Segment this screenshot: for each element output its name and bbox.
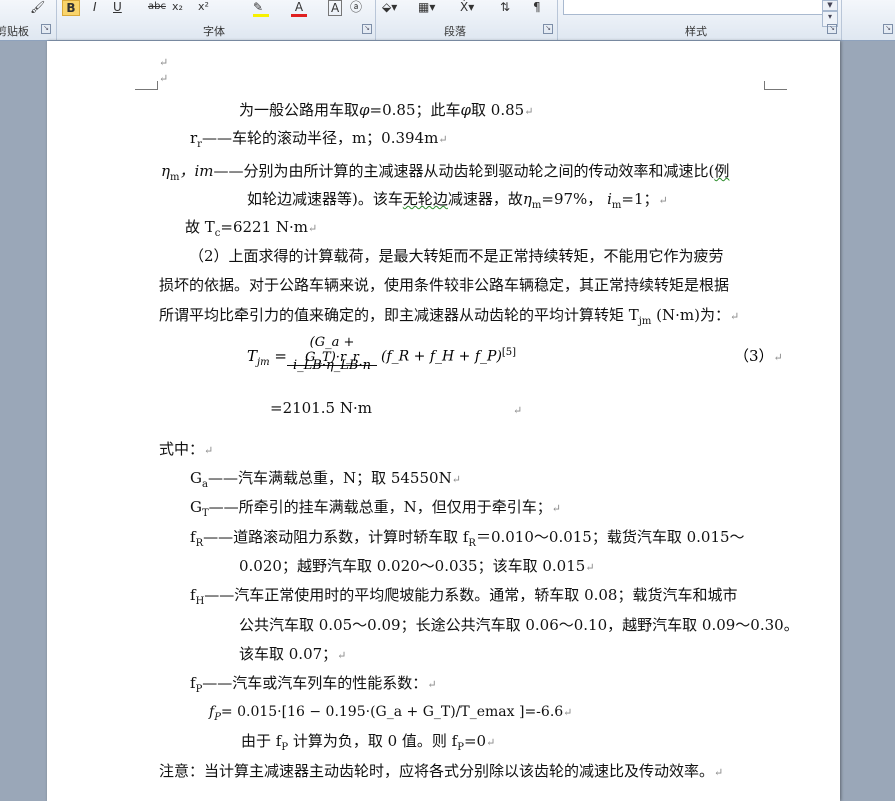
superscript-icon[interactable]: x² [198, 0, 209, 14]
text-line: 损坏的依据。对于公路车辆来说，使用条件较非公路车辆稳定，其正常持续转矩是根据 [159, 276, 730, 294]
table-grid-icon[interactable]: ▦▾ [418, 0, 435, 14]
text-line: 公共汽车取 0.05～0.09；长途公共汽车取 0.06～0.10，越野汽车取 … [239, 616, 799, 634]
group-paragraph-label: 段落 [444, 25, 466, 38]
character-border-icon[interactable]: A [328, 0, 343, 16]
styles-scroll-down[interactable]: ▼ [822, 0, 838, 11]
strikethrough-icon[interactable]: abc [148, 0, 166, 14]
paste-icon[interactable]: 🖌 [30, 0, 45, 14]
bold-icon[interactable]: B [62, 0, 80, 16]
paragraph-launcher-icon[interactable]: ↘ [543, 24, 553, 34]
text-line: fH——汽车正常使用时的平均爬坡能力系数。通常，轿车取 0.08；载货汽车和城市 [190, 586, 738, 607]
highlight-icon[interactable]: ✎ [253, 0, 269, 17]
group-font-label: 字体 [203, 25, 225, 38]
text-line: 所谓平均比牵引力的值来确定的，即主减速器从动齿轮的平均计算转矩 Tjm (N·m… [159, 306, 740, 327]
text-line: 由于 fP 计算为负，取 0 值。则 fP=0↵ [241, 732, 496, 753]
borders-icon[interactable]: ⬙▾ [382, 0, 397, 14]
text-line: =2101.5 N·m [270, 399, 372, 417]
group-styles-label: 样式 [685, 25, 707, 38]
styles-gallery[interactable] [563, 0, 823, 15]
show-marks-icon[interactable]: ¶ [533, 0, 541, 14]
font-color-icon[interactable]: A [291, 0, 307, 17]
underline-icon[interactable]: U [113, 0, 122, 14]
text-line: 式中：↵ [159, 440, 214, 458]
formula-icon[interactable]: Ẋ▾ [460, 0, 474, 14]
font-launcher-icon[interactable]: ↘ [362, 24, 372, 34]
text-line: 如轮边减速器等)。该车无轮边减速器，故ηm=97%， im=1；↵ [247, 190, 668, 211]
styles-launcher-icon[interactable]: ↘ [827, 24, 837, 34]
text-line: GT——所牵引的挂车满载总重，N，但仅用于牵引车；↵ [190, 498, 562, 519]
paragraph-mark: ↵ [159, 72, 169, 85]
document-page[interactable]: ↵ ↵ 为一般公路用车取φ=0.85；此车φ取 0.85↵ rr——车轮的滚动半… [47, 41, 840, 801]
text-line: （2）上面求得的计算载荷，是最大转矩而不是正常持续转矩，不能用它作为疲劳 [189, 247, 724, 265]
text-line: 0.020；越野汽车取 0.020～0.035；该车取 0.015↵ [239, 557, 595, 575]
text-line: Ga——汽车满载总重，N；取 54550N↵ [190, 469, 461, 490]
text-line: rr——车轮的滚动半径，m；0.394m↵ [190, 129, 448, 150]
text-line: fP——汽车或汽车列车的性能系数：↵ [190, 674, 437, 695]
text-line: fR——道路滚动阻力系数，计算时轿车取 fR＝0.010～0.015；载货汽车取… [190, 528, 745, 549]
clipboard-launcher-icon[interactable]: ↘ [41, 24, 51, 34]
ribbon: 🖌 B I U abc x₂ x² ✎ A A ⓐ ⬙▾ ▦▾ Ẋ▾ ⇅ ¶ ▼… [0, 0, 895, 41]
editing-launcher-icon[interactable]: ↘ [883, 24, 893, 34]
group-clipboard-label: 剪贴板 [0, 25, 29, 38]
equation-3: Tjm = (G_a + G_T)·r_r i_LB·η_LB·n (f_R +… [247, 335, 783, 373]
text-line: 为一般公路用车取φ=0.85；此车φ取 0.85↵ [239, 101, 534, 119]
crop-mark-left [135, 81, 158, 90]
paragraph-mark: ↵ [513, 404, 523, 417]
text-line: 故 Tc=6221 N·m↵ [185, 218, 318, 239]
equation-fp: fP= 0.015·[16 − 0.195·(G_a + G_T)/T_emax… [209, 704, 573, 723]
text-line: ηm，im——分别为由所计算的主减速器从动齿轮到驱动轮之间的传动效率和减速比(例 [161, 162, 730, 183]
subscript-icon[interactable]: x₂ [172, 0, 183, 14]
text-line: 该车取 0.07；↵ [239, 645, 347, 663]
crop-mark-right [764, 81, 787, 90]
text-line: 注意：当计算主减速器主动齿轮时，应将各式分别除以该齿轮的减速比及传动效率。↵ [159, 762, 724, 780]
italic-icon[interactable]: I [93, 0, 97, 14]
sort-icon[interactable]: ⇅ [500, 0, 510, 14]
shading-icon[interactable]: ⓐ [350, 0, 362, 14]
